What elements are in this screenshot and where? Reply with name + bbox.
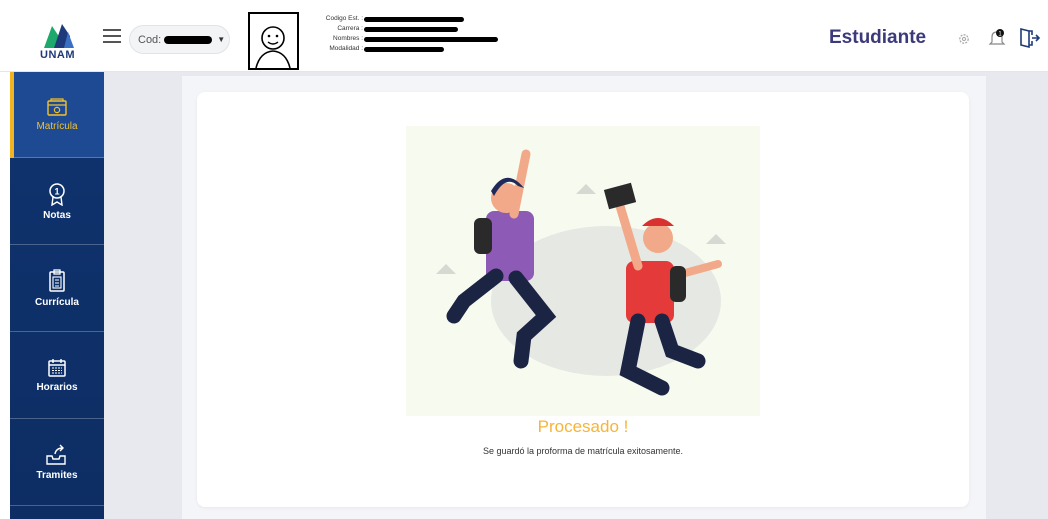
top-bar: UNAM Cod: ▼ Codigo Est. : Carrera : Nomb… xyxy=(0,0,1048,72)
redacted-carrera xyxy=(364,27,458,32)
bell-icon[interactable]: 1 xyxy=(988,28,1006,53)
sidebar: Matrícula 1 Notas Currícula Horarios Tra… xyxy=(10,72,104,519)
svg-text:1: 1 xyxy=(54,187,59,197)
sidebar-item-label: Notas xyxy=(43,210,71,221)
sidebar-edge xyxy=(0,72,10,519)
menu-toggle-icon[interactable] xyxy=(103,29,121,43)
logout-icon[interactable] xyxy=(1018,27,1041,54)
cod-select[interactable]: Cod: ▼ xyxy=(129,25,230,54)
redacted-codigo xyxy=(364,17,464,22)
award-ribbon-icon: 1 xyxy=(49,183,65,206)
sidebar-item-label: Matrícula xyxy=(36,121,78,132)
celebration-illustration xyxy=(406,126,760,416)
face-placeholder-icon xyxy=(255,26,291,69)
sidebar-item-tramites[interactable]: Tramites xyxy=(10,420,104,506)
sidebar-item-matricula[interactable]: Matrícula xyxy=(10,72,104,158)
inbox-share-icon xyxy=(46,444,66,465)
info-label-codigo: Codigo Est. : xyxy=(325,15,363,22)
sidebar-item-notas[interactable]: 1 Notas xyxy=(10,159,104,245)
success-message: Se guardó la proforma de matrícula exito… xyxy=(482,446,684,456)
settings-icon[interactable] xyxy=(957,32,971,51)
redacted-modalidad xyxy=(364,47,444,52)
caret-down-icon: ▼ xyxy=(217,35,226,44)
info-label-carrera: Carrera : xyxy=(337,25,363,32)
cod-label: Cod: xyxy=(138,33,162,46)
sidebar-item-label: Currícula xyxy=(35,297,79,308)
sidebar-item-curricula[interactable]: Currícula xyxy=(10,246,104,332)
info-label-modalidad: Modalidad : xyxy=(329,45,363,52)
sidebar-item-label: Tramites xyxy=(36,470,78,481)
wallet-icon xyxy=(47,98,67,116)
redacted-code xyxy=(164,35,213,44)
sidebar-item-horarios[interactable]: Horarios xyxy=(10,333,104,419)
redacted-nombres xyxy=(364,37,498,42)
success-title: Procesado ! xyxy=(537,417,629,436)
logo-text: UNAM xyxy=(40,49,75,61)
sidebar-item-label: Horarios xyxy=(36,382,78,393)
calendar-icon xyxy=(48,359,66,377)
role-title: Estudiante xyxy=(829,27,927,48)
student-photo xyxy=(248,12,299,70)
clipboard-icon xyxy=(49,269,65,292)
info-label-nombres: Nombres : xyxy=(333,35,363,42)
